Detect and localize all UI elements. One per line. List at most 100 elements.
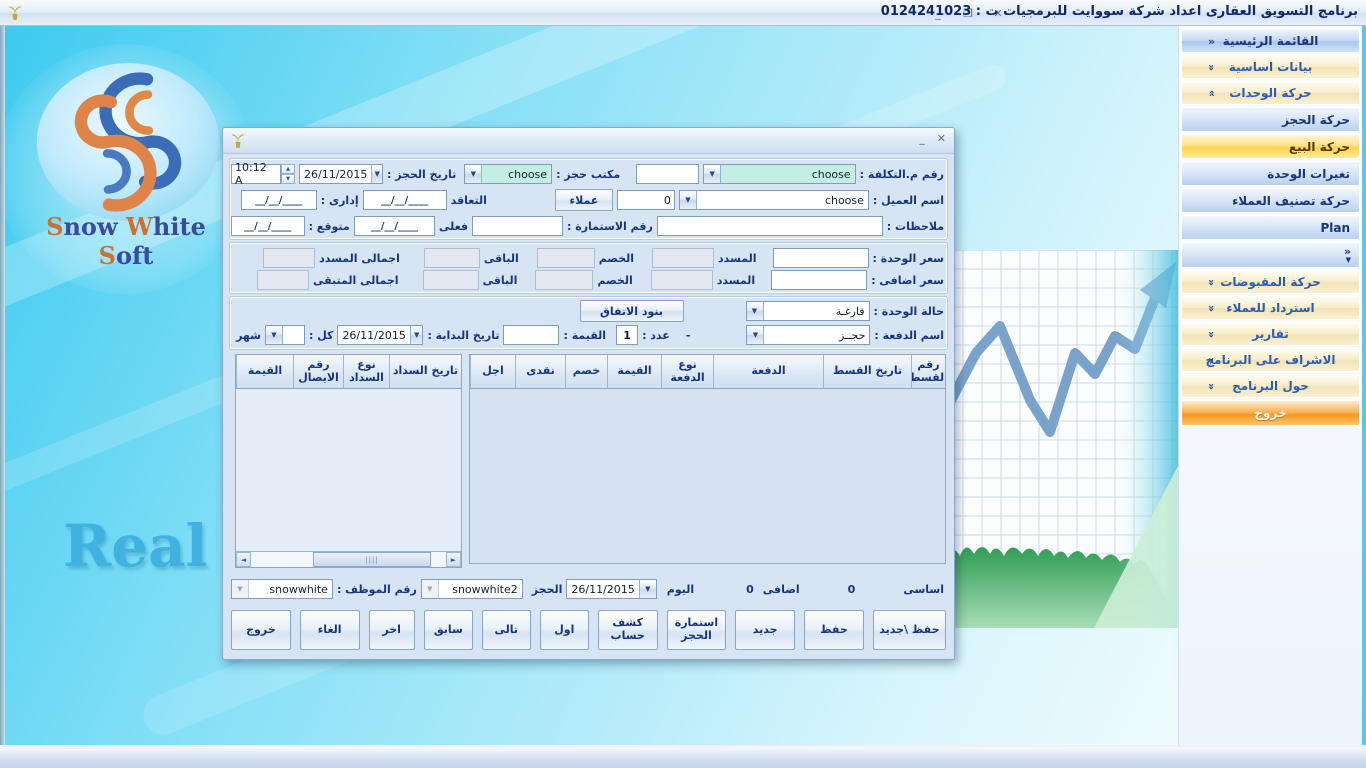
client-name-combo[interactable]: ▼ choose: [679, 190, 869, 210]
sidebar-item-plan[interactable]: Plan: [1181, 215, 1360, 240]
basic-label: اساسى: [903, 583, 944, 596]
company-logo: [33, 62, 223, 222]
sidebar-group-unit-movement[interactable]: » حركة الوحدات: [1181, 81, 1360, 105]
expected-date-field[interactable]: __/__/____: [231, 216, 305, 236]
dialog-close-icon[interactable]: ✕: [937, 132, 946, 145]
reservation-office-combo[interactable]: ▼ choose: [464, 164, 552, 184]
column-header[interactable]: الدفعة: [713, 355, 823, 388]
count-field[interactable]: 1: [616, 325, 638, 345]
sidebar-item-reservation-movement[interactable]: حركة الحجز: [1181, 107, 1360, 132]
column-header[interactable]: نوع السداد: [343, 355, 389, 388]
column-header[interactable]: القيمة: [236, 355, 293, 388]
previous-button[interactable]: سابق: [424, 610, 473, 650]
spin-down-icon[interactable]: ▼: [281, 174, 295, 184]
sidebar-group-client-refund[interactable]: » استرداد للعملاء: [1181, 296, 1360, 320]
sidebar-group-about[interactable]: » حول البرنامج: [1181, 374, 1360, 398]
dropdown-icon[interactable]: ▼: [410, 326, 423, 344]
extra-price-field[interactable]: [771, 270, 867, 290]
administrative-date-field[interactable]: __/__/____: [241, 190, 317, 210]
save-button[interactable]: حفظ: [804, 610, 864, 650]
last-button[interactable]: اخر: [369, 610, 415, 650]
actual-date-field[interactable]: __/__/____: [354, 216, 435, 236]
sidebar-item-sale-movement[interactable]: حركة البيع: [1181, 134, 1360, 159]
dropdown-icon[interactable]: ▼: [639, 580, 656, 598]
sidebar-group-program-supervision[interactable]: » الاشراف على البرنامج: [1181, 348, 1360, 372]
dropdown-icon[interactable]: ▼: [747, 302, 764, 320]
next-button[interactable]: تالى: [482, 610, 531, 650]
dropdown-icon: ▼: [422, 580, 439, 598]
agreement-terms-button[interactable]: بنود الاتفاق: [580, 300, 684, 322]
sidebar-group-main-menu[interactable]: » القائمة الرئيسية: [1181, 29, 1360, 53]
client-count-field[interactable]: 0: [617, 190, 675, 210]
dropdown-icon[interactable]: ▼: [371, 165, 382, 183]
unit-paid-field: [652, 248, 714, 268]
total-remaining-field: [257, 270, 309, 290]
notes-label: ملاحظات :: [887, 220, 944, 233]
start-date-label: تاريخ البداية :: [427, 329, 499, 342]
clients-button[interactable]: عملاء: [555, 189, 613, 211]
cost-number-combo[interactable]: ▼ choose: [703, 164, 855, 184]
reservation-form-button[interactable]: استمارة الحجز: [667, 610, 727, 650]
sidebar-scroll-strip[interactable]: » ▼: [1181, 242, 1360, 268]
scroll-left-icon[interactable]: ◄: [236, 552, 251, 567]
dropdown-icon[interactable]: ▼: [266, 326, 283, 344]
period-combo[interactable]: ▼: [265, 325, 305, 345]
cancel-button[interactable]: الغاء: [300, 610, 360, 650]
column-header[interactable]: تاريخ السداد: [389, 355, 461, 388]
spin-up-icon[interactable]: ▲: [281, 164, 295, 174]
horizontal-scrollbar[interactable]: ◄ |||| ►: [236, 551, 461, 567]
unit-number-field[interactable]: [636, 164, 699, 184]
dropdown-icon[interactable]: ▼: [465, 165, 482, 183]
notes-field[interactable]: [657, 216, 883, 236]
form-number-field[interactable]: [472, 216, 563, 236]
payments-table[interactable]: تاريخ السداد نوع السداد رقم الايصال القي…: [235, 354, 462, 568]
scroll-right-icon[interactable]: ►: [446, 552, 461, 567]
contract-date-field[interactable]: __/__/____: [363, 190, 447, 210]
remaining-label: الباقى: [484, 252, 519, 265]
unit-price-field[interactable]: [773, 248, 869, 268]
column-header[interactable]: رقم الايصال: [293, 355, 343, 388]
payments-table-body[interactable]: [236, 389, 461, 551]
account-statement-button[interactable]: كشف حساب: [598, 610, 658, 650]
dropdown-icon[interactable]: ▼: [704, 165, 721, 183]
sidebar-group-basic-data[interactable]: » بيانات اساسية: [1181, 55, 1360, 79]
sidebar-exit-button[interactable]: خروج: [1181, 400, 1360, 426]
paid-label: المسدد: [717, 274, 755, 287]
employee-combo[interactable]: ▼ snowwhite: [231, 579, 333, 599]
save-new-button[interactable]: حفظ \جديد: [873, 610, 946, 650]
payment-name-combo[interactable]: ▼ حجــز: [746, 325, 870, 345]
sidebar-item-client-classification[interactable]: حركة تصنيف العملاء: [1181, 188, 1360, 213]
value-field[interactable]: [503, 325, 559, 345]
column-header[interactable]: نوع الدفعة: [661, 355, 713, 388]
reservation-date-picker[interactable]: 26/11/2015 ▼: [299, 164, 383, 184]
installments-table-body[interactable]: [470, 389, 945, 563]
expected-date-label: متوقع :: [309, 220, 350, 233]
dialog-minimize-icon[interactable]: _: [919, 132, 925, 145]
column-header[interactable]: خصم: [565, 355, 607, 388]
column-header[interactable]: تاريخ القسط: [823, 355, 911, 388]
count-label: عدد :: [642, 329, 670, 342]
column-header[interactable]: اجل: [470, 355, 515, 388]
column-header[interactable]: رقم القسط: [911, 355, 945, 388]
reservation-time-picker[interactable]: 10:12 A ▲ ▼: [231, 164, 295, 184]
unit-state-combo[interactable]: ▼ فارغـة: [746, 301, 870, 321]
column-header[interactable]: نقدى: [515, 355, 565, 388]
time-spinner[interactable]: ▲ ▼: [281, 164, 295, 184]
new-button[interactable]: جديد: [735, 610, 795, 650]
first-button[interactable]: اول: [540, 610, 589, 650]
window-frame-right: [1362, 26, 1366, 745]
exit-button[interactable]: خروج: [231, 610, 291, 650]
column-header[interactable]: القيمة: [607, 355, 661, 388]
installments-table[interactable]: رقم القسط تاريخ القسط الدفعة نوع الدفعة …: [469, 354, 946, 564]
today-date-picker[interactable]: 26/11/2015 ▼: [566, 579, 656, 599]
dropdown-icon[interactable]: ▼: [680, 191, 697, 209]
dropdown-icon[interactable]: ▼: [747, 326, 764, 344]
chevrons-down-icon: »: [1205, 382, 1218, 389]
sidebar-item-unit-changes[interactable]: تغيرات الوحدة: [1181, 161, 1360, 186]
start-date-picker[interactable]: 26/11/2015 ▼: [337, 325, 423, 345]
reservation-user-combo[interactable]: ▼ snowwhite2: [421, 579, 523, 599]
sidebar-group-receipts[interactable]: » حركة المقبوضات: [1181, 270, 1360, 294]
scrollbar-thumb[interactable]: ||||: [313, 552, 431, 567]
period-unit-label: شهر: [236, 329, 261, 342]
sidebar-group-reports[interactable]: » تقارير: [1181, 322, 1360, 346]
